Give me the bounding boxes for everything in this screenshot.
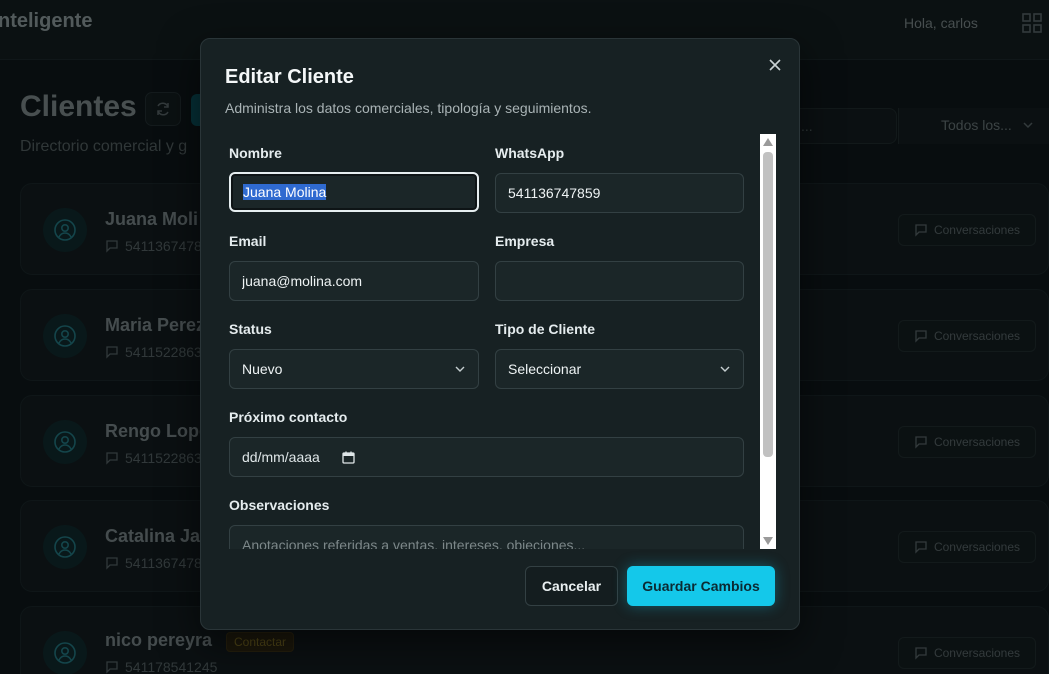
empresa-input[interactable] [495,261,744,301]
save-changes-button[interactable]: Guardar Cambios [627,566,775,606]
tipo-cliente-value: Seleccionar [508,361,582,377]
email-label: Email [229,233,267,249]
whatsapp-input[interactable] [495,173,744,213]
chevron-down-icon [720,366,730,372]
nombre-label: Nombre [229,145,282,161]
proximo-contacto-input[interactable]: dd/mm/aaaa [229,437,744,477]
email-input[interactable] [229,261,479,301]
tipo-cliente-select[interactable]: Seleccionar [495,349,744,389]
status-label: Status [229,321,272,337]
calendar-icon[interactable] [342,451,355,464]
cancel-button[interactable]: Cancelar [525,566,618,606]
edit-client-dialog: Editar Cliente Administra los datos come… [200,38,800,630]
observaciones-label: Observaciones [229,497,330,513]
dialog-title: Editar Cliente [225,66,354,88]
dialog-description: Administra los datos comerciales, tipolo… [225,100,592,116]
observaciones-placeholder: Anotaciones referidas a ventas, interese… [242,537,586,549]
close-button[interactable] [766,56,784,74]
whatsapp-label: WhatsApp [495,145,565,161]
status-select[interactable]: Nuevo [229,349,479,389]
proximo-contacto-label: Próximo contacto [229,409,348,425]
status-value: Nuevo [242,361,283,377]
scroll-up-arrow-icon[interactable] [763,138,773,146]
chevron-down-icon [455,366,465,372]
nombre-value: Juana Molina [243,184,327,200]
tipo-cliente-label: Tipo de Cliente [495,321,596,337]
scroll-thumb[interactable] [763,152,773,457]
observaciones-textarea[interactable]: Anotaciones referidas a ventas, interese… [229,525,744,549]
close-icon [769,59,781,71]
date-placeholder: dd/mm/aaaa [242,449,320,465]
nombre-input[interactable]: Juana Molina [229,172,479,212]
form-scroll-area[interactable]: Nombre Juana Molina WhatsApp Email Empre… [201,133,777,549]
form-scrollbar[interactable] [760,134,776,549]
empresa-label: Empresa [495,233,555,249]
scroll-down-arrow-icon[interactable] [763,537,773,545]
